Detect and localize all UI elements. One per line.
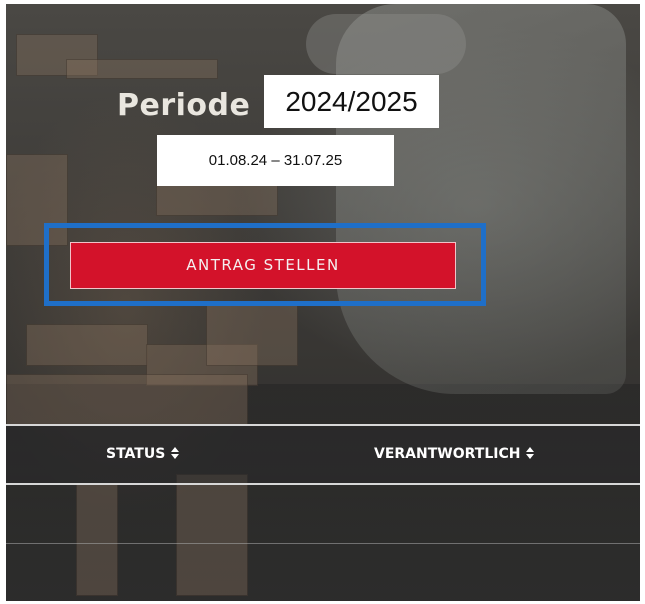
background-block: [76, 484, 118, 596]
column-header-responsible[interactable]: VERANTWORTLICH: [374, 426, 535, 483]
background-block: [176, 474, 248, 596]
column-header-status[interactable]: STATUS: [106, 426, 180, 483]
period-date-range: 01.08.24 – 31.07.25: [157, 135, 394, 186]
period-label: Periode: [117, 88, 251, 123]
apply-button[interactable]: ANTRAG STELLEN: [70, 242, 456, 289]
background-block: [26, 324, 148, 366]
table-row-divider: [6, 543, 640, 544]
background-block: [66, 59, 218, 79]
hero-panel: Periode 2024/2025 01.08.24 – 31.07.25 AN…: [6, 4, 640, 601]
sort-updown-icon[interactable]: [526, 447, 535, 459]
period-value: 2024/2025: [264, 75, 439, 128]
background-block: [206, 304, 298, 366]
table-header: STATUS VERANTWORTLICH: [6, 424, 640, 485]
background-arm: [306, 14, 466, 74]
column-header-status-label: STATUS: [106, 446, 166, 462]
column-header-responsible-label: VERANTWORTLICH: [374, 446, 521, 462]
background-block: [156, 184, 278, 216]
background-block: [6, 374, 248, 426]
sort-updown-icon[interactable]: [171, 447, 180, 459]
